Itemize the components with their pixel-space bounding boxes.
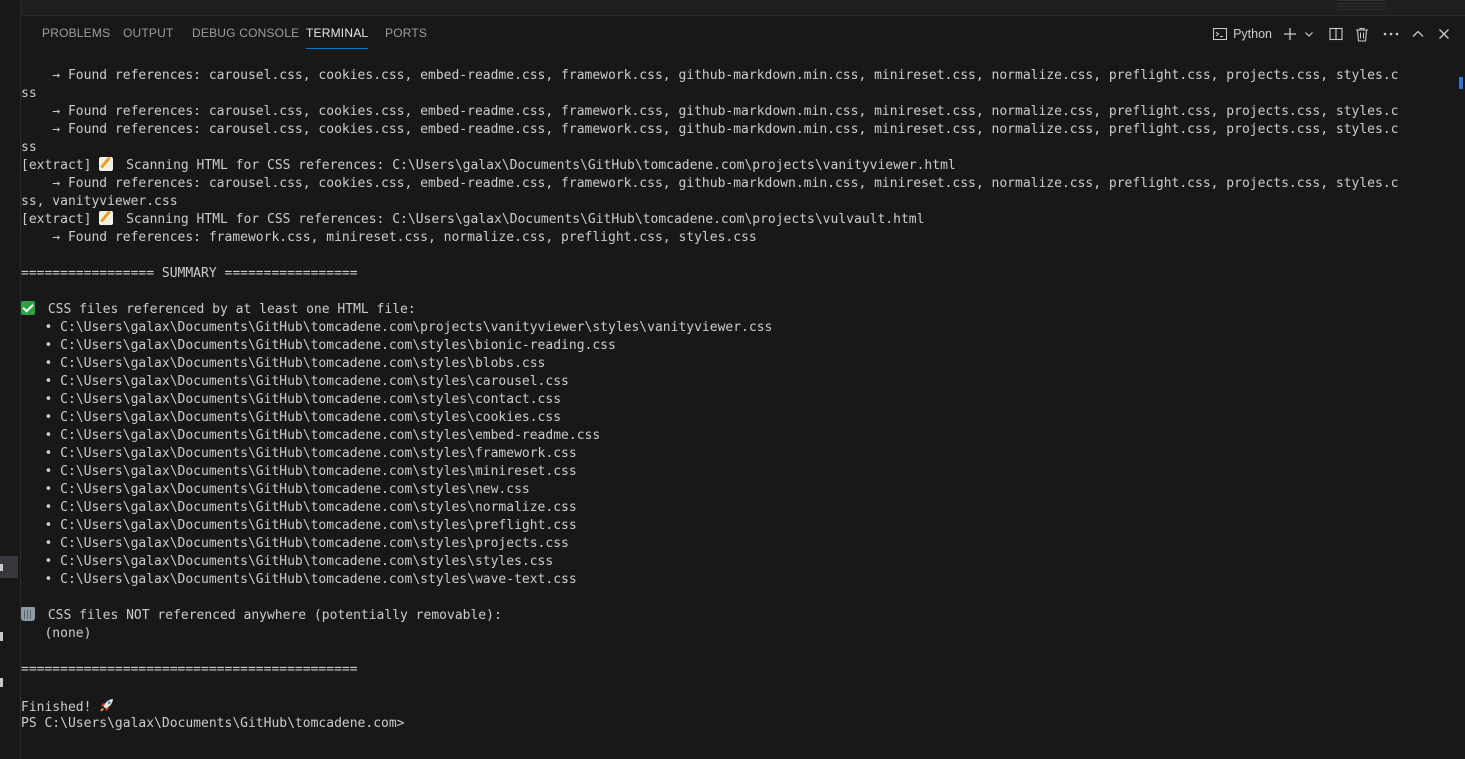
terminal-line: ss [21,86,37,101]
terminal-line: [extract] Scanning HTML for CSS referenc… [21,157,956,173]
terminal-line: ss, vanityviewer.css [21,194,178,209]
terminal-line: CSS files referenced by at least one HTM… [21,301,1431,319]
terminal-line: [extract] Scanning HTML for CSS referenc… [21,211,925,227]
terminal-line: ================= SUMMARY ==============… [21,266,358,281]
editor-area-edge [21,0,1465,16]
activity-strip-marker [0,678,3,687]
terminal-line: • C:\Users\galax\Documents\GitHub\tomcad… [21,482,530,497]
terminal-profile-button[interactable]: Python [1209,23,1275,45]
terminal-line: • C:\Users\galax\Documents\GitHub\tomcad… [21,446,577,461]
memo-emoji-icon [99,157,114,171]
terminal-line: CSS files NOT referenced anywhere (poten… [21,607,1431,625]
panel-toolbar: Python [1209,22,1465,46]
terminal-line: • C:\Users\galax\Documents\GitHub\tomcad… [21,338,616,353]
chevron-up-icon[interactable] [1409,23,1427,45]
tab-debug-console[interactable]: DEBUG CONSOLE [192,26,299,48]
close-icon[interactable] [1435,23,1453,45]
trash-icon[interactable] [1353,23,1371,45]
tab-problems[interactable]: PROBLEMS [42,26,110,48]
terminal-line: ss [21,140,37,155]
ellipsis-icon[interactable] [1381,23,1401,45]
terminal-line: → Found references: carousel.css, cookie… [21,68,1399,83]
terminal-line: • C:\Users\galax\Documents\GitHub\tomcad… [21,410,562,425]
terminal-line: → Found references: framework.css, minir… [21,230,757,245]
terminal-line: ========================================… [21,662,358,677]
chevron-down-icon[interactable] [1303,23,1315,45]
scroll-position-marker [1459,77,1463,89]
wastebasket-emoji-icon [21,607,35,621]
terminal-line: • C:\Users\galax\Documents\GitHub\tomcad… [21,464,577,479]
terminal-line: • C:\Users\galax\Documents\GitHub\tomcad… [21,572,577,587]
activity-strip-marker [0,632,3,641]
terminal-line: • C:\Users\galax\Documents\GitHub\tomcad… [21,500,577,515]
tab-ports[interactable]: PORTS [385,26,427,48]
terminal-output[interactable]: → Found references: carousel.css, cookie… [21,67,1431,733]
terminal-line: • C:\Users\galax\Documents\GitHub\tomcad… [21,320,773,335]
terminal-line: → Found references: carousel.css, cookie… [21,122,1399,137]
terminal-icon [1212,26,1228,42]
terminal-line: • C:\Users\galax\Documents\GitHub\tomcad… [21,374,569,389]
terminal-line: → Found references: carousel.css, cookie… [21,104,1399,119]
memo-emoji-icon [99,211,114,225]
split-icon[interactable] [1327,23,1345,45]
activity-strip [0,0,21,759]
plus-icon[interactable] [1281,23,1299,45]
rocket-emoji-icon [99,697,115,712]
terminal-line: • C:\Users\galax\Documents\GitHub\tomcad… [21,536,569,551]
terminal-line: (none) [21,626,92,641]
terminal-line: → Found references: carousel.css, cookie… [21,176,1399,191]
tab-terminal[interactable]: TERMINAL [306,26,369,49]
terminal-line: • C:\Users\galax\Documents\GitHub\tomcad… [21,356,546,371]
terminal-line: PS C:\Users\galax\Documents\GitHub\tomca… [21,716,405,731]
tab-output[interactable]: OUTPUT [123,26,174,48]
terminal-line: Finished! [21,697,1431,715]
panel-header: PROBLEMS OUTPUT DEBUG CONSOLE TERMINAL P… [21,16,1465,52]
terminal-line: • C:\Users\galax\Documents\GitHub\tomcad… [21,518,577,533]
terminal-line: • C:\Users\galax\Documents\GitHub\tomcad… [21,428,601,443]
minimap[interactable] [1337,0,1385,10]
terminal-line: • C:\Users\galax\Documents\GitHub\tomcad… [21,392,562,407]
check-emoji-icon [21,301,35,315]
activity-strip-active-item[interactable] [0,556,18,578]
terminal-line: • C:\Users\galax\Documents\GitHub\tomcad… [21,554,554,569]
terminal-profile-label: Python [1233,27,1272,41]
